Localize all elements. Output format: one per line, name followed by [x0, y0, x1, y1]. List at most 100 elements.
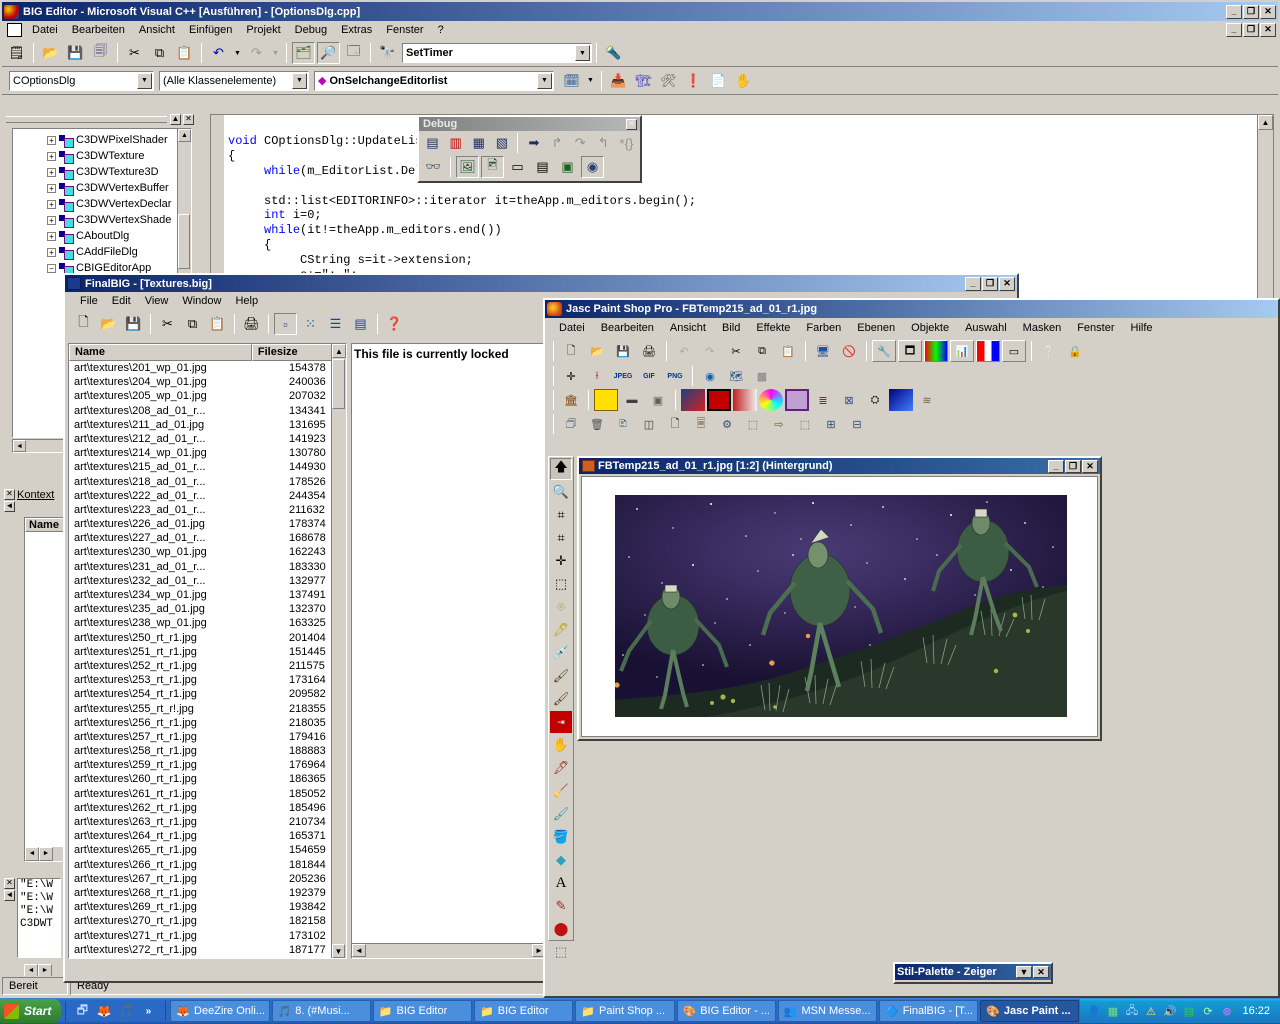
scroll-left-button[interactable]: ◄: [25, 847, 39, 861]
table-row[interactable]: art\textures\267_rt_r1.jpg 205236: [69, 873, 346, 887]
quick-launch-overflow-icon[interactable]: »: [139, 1002, 157, 1020]
finalbig-close-button[interactable]: ✕: [999, 276, 1015, 291]
psp-invert-selection-icon[interactable]: ⬚: [793, 413, 817, 435]
psp-deformation-icon[interactable]: ≋: [915, 389, 939, 411]
wizard-action-icon[interactable]: 🗓: [560, 70, 583, 92]
psp-menu-hilfe[interactable]: Hilfe: [1123, 320, 1161, 336]
doc-close-button[interactable]: ✕: [1260, 23, 1276, 37]
fb-new-icon[interactable]: 🗋: [72, 313, 95, 335]
taskbar-clock[interactable]: 16:22: [1242, 1005, 1270, 1017]
psp-menu-bild[interactable]: Bild: [714, 320, 748, 336]
table-row[interactable]: art\textures\268_rt_r1.jpg 192379: [69, 887, 346, 901]
psp-new-icon[interactable]: 🗋: [559, 340, 583, 362]
tray-network-icon[interactable]: 🖧: [1123, 1003, 1140, 1019]
tree-item[interactable]: + C3DWPixelShader: [13, 132, 191, 148]
table-row[interactable]: art\textures\230_wp_01.jpg 162243: [69, 546, 346, 560]
retouch-tool-icon[interactable]: ✋: [550, 734, 572, 756]
freehand-selection-tool-icon[interactable]: ⌾: [550, 596, 572, 618]
table-row[interactable]: art\textures\231_ad_01_r... 183330: [69, 561, 346, 575]
fb-view-small-icons-icon[interactable]: ⁙: [299, 313, 322, 335]
psp-gradient-icon[interactable]: [889, 389, 913, 411]
dropper-tool-icon[interactable]: 💉: [550, 642, 572, 664]
execute-program-icon[interactable]: 📄: [707, 70, 730, 92]
scroll-up-button[interactable]: ▲: [178, 129, 191, 142]
draw-tool-icon[interactable]: ✎: [550, 895, 572, 917]
table-row[interactable]: art\textures\235_ad_01.jpg 132370: [69, 603, 346, 617]
tree-item[interactable]: + C3DWVertexBuffer: [13, 180, 191, 196]
flood-fill-tool-icon[interactable]: ◆: [550, 849, 572, 871]
psp-overview-window-icon[interactable]: 🗖: [898, 340, 922, 362]
taskbar-button[interactable]: 👥 MSN Messe...: [777, 1000, 877, 1022]
fb-view-list-icon[interactable]: ☰: [324, 313, 347, 335]
tray-user-icon[interactable]: 👤: [1085, 1003, 1102, 1019]
file-list-scrollbar[interactable]: ▲ ▼: [331, 344, 346, 958]
vc-maximize-button[interactable]: ❐: [1243, 4, 1259, 19]
tray-graphics-icon[interactable]: ▦: [1104, 1003, 1121, 1019]
paint-brush-tool-icon[interactable]: 🖌: [550, 665, 572, 687]
output-text-area[interactable]: "E:\W "E:\W "E:\W C3DWT ◄ ►: [17, 878, 68, 978]
taskbar-button[interactable]: 🎨 BIG Editor - ...: [676, 1000, 776, 1022]
taskbar-button[interactable]: 📁 BIG Editor: [474, 1000, 574, 1022]
disassembly-window-icon[interactable]: ◉: [581, 156, 604, 178]
psp-export-png-icon[interactable]: PNG: [663, 365, 687, 387]
style-palette-close-button[interactable]: ✕: [1033, 966, 1049, 978]
psp-batch-icon[interactable]: ⚙: [715, 413, 739, 435]
tray-sync-icon[interactable]: ⟳: [1199, 1003, 1216, 1019]
psp-reflection-effects-icon[interactable]: [785, 389, 809, 411]
psp-paste-icon[interactable]: 📋: [776, 340, 800, 362]
build-icon[interactable]: 📥: [607, 70, 630, 92]
scratch-remover-tool-icon[interactable]: 🖋: [550, 757, 572, 779]
table-row[interactable]: art\textures\265_rt_r1.jpg 154659: [69, 844, 346, 858]
tray-warning-icon[interactable]: ⚠: [1142, 1003, 1159, 1019]
psp-crosshair-icon[interactable]: ✛: [559, 365, 583, 387]
quickwatch-icon[interactable]: 👓: [422, 156, 445, 178]
table-row[interactable]: art\textures\238_wp_01.jpg 163325: [69, 617, 346, 631]
menu-datei[interactable]: Datei: [25, 22, 65, 38]
class-combo[interactable]: COptionsDlg ▼: [9, 70, 154, 91]
table-row[interactable]: art\textures\201_wp_01.jpg 154378: [69, 362, 346, 376]
scroll-up-button[interactable]: ▲: [332, 344, 346, 358]
taskbar-button[interactable]: 📁 BIG Editor: [372, 1000, 473, 1022]
eraser-tool-icon[interactable]: 🧹: [550, 780, 572, 802]
table-row[interactable]: art\textures\208_ad_01_r... 134341: [69, 405, 346, 419]
image-canvas[interactable]: [615, 495, 1067, 717]
table-row[interactable]: art\textures\262_rt_r1.jpg 185496: [69, 802, 346, 816]
class-combo-arrow-icon[interactable]: ▼: [137, 72, 152, 89]
menu-einfuegen[interactable]: Einfügen: [182, 22, 239, 38]
menu-bearbeiten[interactable]: Bearbeiten: [65, 22, 132, 38]
taskbar-button[interactable]: 🦊 DeeZire Onli...: [170, 1000, 270, 1022]
table-row[interactable]: art\textures\252_rt_r1.jpg 211575: [69, 660, 346, 674]
psp-inner-bevel-icon[interactable]: ▣: [646, 389, 670, 411]
table-row[interactable]: art\textures\259_rt_r1.jpg 176964: [69, 759, 346, 773]
color-replacer-tool-icon[interactable]: ⇥: [550, 711, 572, 733]
detail-hscrollbar[interactable]: ◄ ►: [352, 943, 546, 958]
fb-menu-window[interactable]: Window: [175, 293, 228, 309]
table-row[interactable]: art\textures\227_ad_01_r... 168678: [69, 532, 346, 546]
table-row[interactable]: art\textures\271_rt_r1.jpg 173102: [69, 930, 346, 944]
table-row[interactable]: art\textures\253_rt_r1.jpg 173164: [69, 674, 346, 688]
style-palette-roll-button[interactable]: ▼: [1016, 966, 1032, 978]
fb-open-icon[interactable]: 📂: [97, 313, 120, 335]
psp-image-slicer-icon[interactable]: ◉: [698, 365, 722, 387]
table-row[interactable]: art\textures\212_ad_01_r... 141923: [69, 433, 346, 447]
variables-hscroll[interactable]: ◄ ►: [25, 847, 65, 861]
psp-delete-layer-icon[interactable]: 🗑: [585, 413, 609, 435]
table-row[interactable]: art\textures\270_rt_r1.jpg 182158: [69, 915, 346, 929]
psp-image-mapper-icon[interactable]: 🗺: [724, 365, 748, 387]
psp-3d-effects-icon[interactable]: [681, 389, 705, 411]
expand-box-icon[interactable]: +: [47, 167, 56, 177]
mover-tool-icon[interactable]: ✛: [550, 550, 572, 572]
firefox-icon[interactable]: 🦊: [95, 1002, 113, 1020]
memory-window-icon[interactable]: ▤: [531, 156, 554, 178]
table-row[interactable]: art\textures\251_rt_r1.jpg 151445: [69, 646, 346, 660]
taskbar-button[interactable]: 🎨 Jasc Paint ...: [980, 1000, 1080, 1022]
fb-view-large-icons-icon[interactable]: ▫: [274, 313, 297, 335]
fb-save-icon[interactable]: 💾: [122, 313, 145, 335]
table-row[interactable]: art\textures\226_ad_01.jpg 178374: [69, 518, 346, 532]
filter-combo-arrow-icon[interactable]: ▼: [292, 72, 307, 89]
scroll-thumb[interactable]: [178, 214, 190, 269]
image-doc-client[interactable]: [581, 476, 1098, 737]
save-all-icon[interactable]: 🗐: [89, 42, 112, 64]
rebuild-icon[interactable]: 🛠: [657, 70, 680, 92]
new-file-icon[interactable]: 🗒: [5, 42, 28, 64]
